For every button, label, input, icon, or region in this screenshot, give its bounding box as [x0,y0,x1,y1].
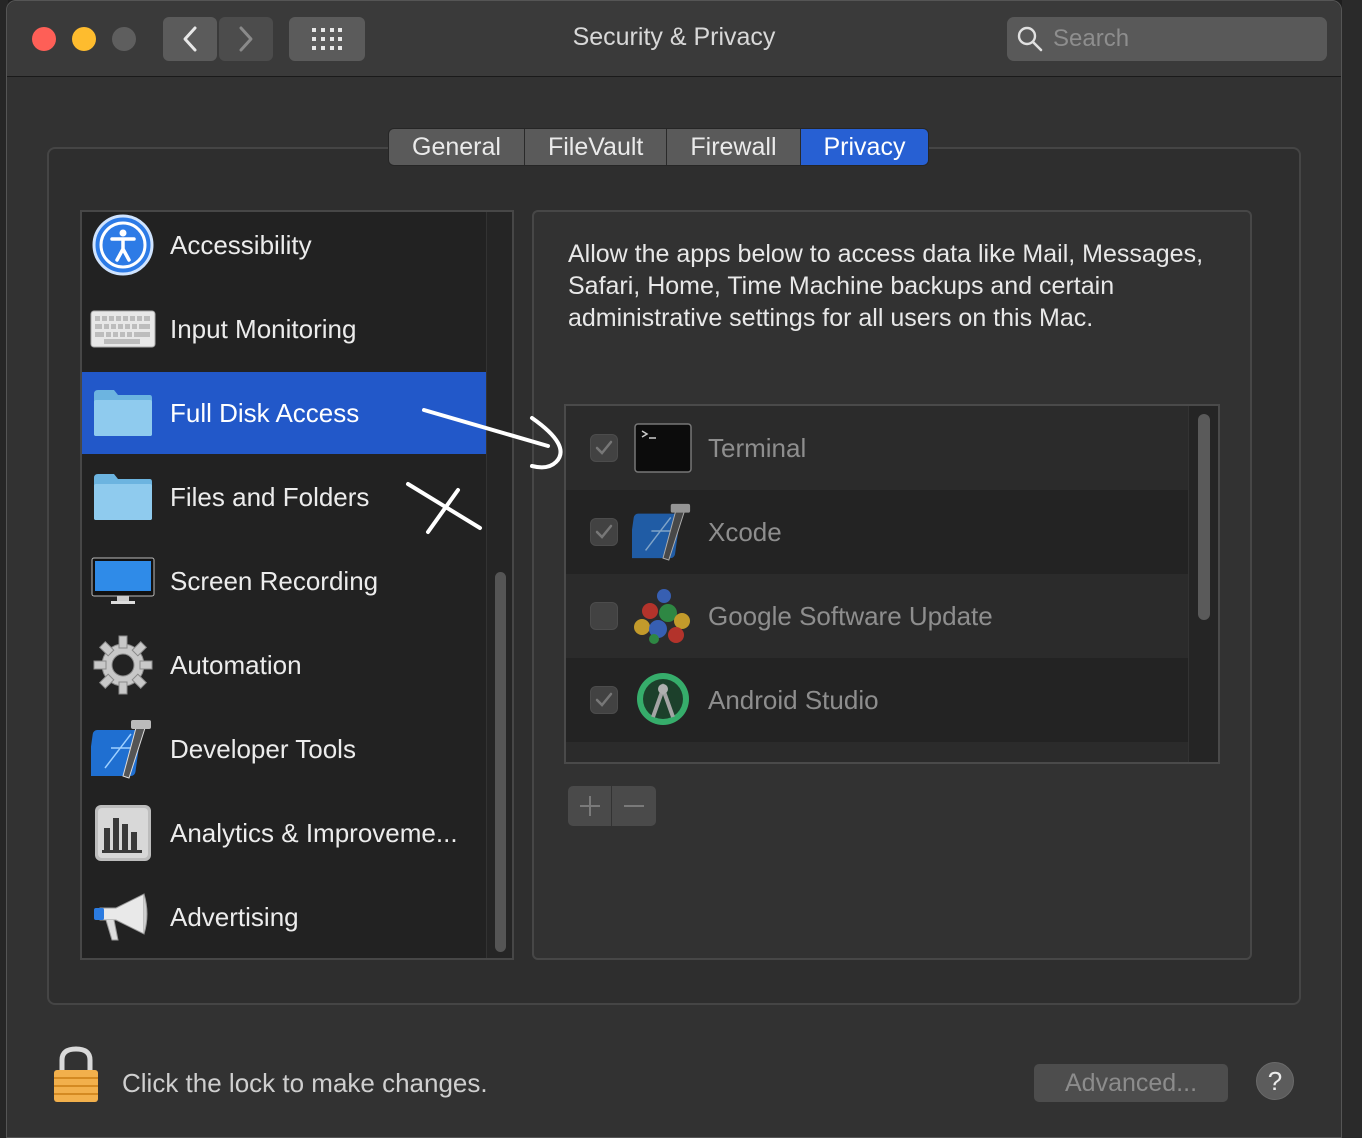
tab-privacy[interactable]: Privacy [800,129,929,165]
gear-icon [90,632,156,698]
category-label: Advertising [170,901,299,932]
add-app-button[interactable] [568,786,612,826]
help-button[interactable]: ? [1256,1062,1294,1100]
app-row-google-software-update[interactable]: Google Software Update [566,574,1188,658]
category-label: Input Monitoring [170,313,357,344]
category-label: Analytics & Improveme... [170,817,458,848]
app-row-xcode[interactable]: Xcode [566,490,1188,574]
app-name: Xcode [708,516,782,547]
terminal-icon [632,417,694,479]
privacy-category-list: Accessibility Input Monitoring Full Disk… [80,210,514,960]
category-input-monitoring[interactable]: Input Monitoring [82,288,486,370]
category-files-and-folders[interactable]: Files and Folders [82,456,486,538]
category-advertising[interactable]: Advertising [82,876,486,958]
category-screen-recording[interactable]: Screen Recording [82,540,486,622]
xcode-icon [632,501,694,563]
app-row-android-studio[interactable]: Android Studio [566,658,1188,742]
title-bar: Security & Privacy [7,1,1341,77]
category-label: Screen Recording [170,565,379,596]
app-row-partial[interactable] [566,742,1188,762]
xcode-icon [90,716,156,782]
google-update-icon [632,585,694,647]
checkmark-icon [595,692,613,707]
category-developer-tools[interactable]: Developer Tools [82,708,486,790]
privacy-detail-panel: Allow the apps below to access data like… [532,210,1252,960]
keyboard-icon [90,296,156,362]
advanced-button[interactable]: Advanced... [1034,1064,1228,1102]
add-remove-control [568,786,656,826]
tab-firewall[interactable]: Firewall [667,129,801,165]
plus-icon [579,796,600,816]
lock-icon [54,1046,98,1102]
search-input[interactable] [1053,25,1313,53]
tab-bar: General FileVault Firewall Privacy [388,128,930,166]
category-scrollbar-thumb[interactable] [495,572,506,952]
android-studio-icon [632,669,694,731]
app-list-scrollbar[interactable] [1188,406,1218,762]
app-list-scrollbar-thumb[interactable] [1198,414,1210,620]
category-label: Automation [170,649,302,680]
category-analytics[interactable]: Analytics & Improveme... [82,792,486,874]
tab-filevault[interactable]: FileVault [524,129,668,165]
megaphone-icon [90,884,156,950]
accessibility-icon [90,212,156,278]
folder-icon [90,380,156,446]
app-row-terminal[interactable]: Terminal [566,406,1188,490]
app-list: Terminal Xcode Google Software Update An… [564,404,1220,764]
search-icon [1017,26,1043,52]
minus-icon [624,805,644,807]
folder-icon [90,464,156,530]
lock-button[interactable] [50,1046,102,1109]
category-accessibility[interactable]: Accessibility [82,212,486,286]
app-checkbox[interactable] [590,518,618,546]
app-checkbox[interactable] [590,602,618,630]
category-label: Accessibility [170,229,312,260]
app-name: Android Studio [708,684,879,715]
remove-app-button[interactable] [612,786,656,826]
category-scrollbar[interactable] [486,212,512,958]
app-checkbox[interactable] [590,686,618,714]
category-label: Full Disk Access [170,397,360,428]
display-icon [90,548,156,614]
app-checkbox[interactable] [590,434,618,462]
category-label: Files and Folders [170,481,370,512]
category-automation[interactable]: Automation [82,624,486,706]
category-label: Developer Tools [170,733,356,764]
checkmark-icon [595,440,613,455]
app-name: Terminal [708,432,807,463]
analytics-icon [90,800,156,866]
privacy-description: Allow the apps below to access data like… [568,240,1204,332]
category-full-disk-access[interactable]: Full Disk Access [82,372,486,454]
checkmark-icon [595,524,613,539]
lock-message: Click the lock to make changes. [122,1068,488,1098]
tab-general[interactable]: General [389,129,525,165]
app-name: Google Software Update [708,600,993,631]
search-field[interactable] [1007,17,1327,61]
background-window-edge-right [1342,0,1362,1138]
